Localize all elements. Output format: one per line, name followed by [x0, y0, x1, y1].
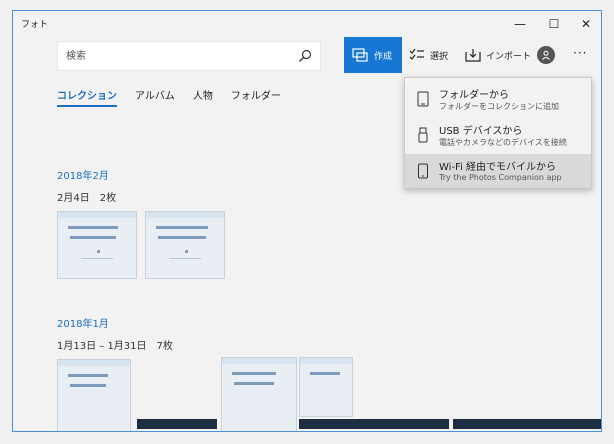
maximize-button[interactable]: ☐	[537, 11, 571, 37]
photo-thumbnail[interactable]	[145, 211, 225, 279]
search-input[interactable]	[58, 42, 288, 70]
group-date-range: 2月4日 2枚	[57, 193, 117, 204]
person-icon	[542, 50, 550, 60]
menu-item-subtitle: 電話やカメラなどのデバイスを接続	[439, 138, 567, 147]
photo-thumbnail[interactable]	[299, 419, 449, 429]
select-label: 選択	[430, 51, 449, 62]
tab-people[interactable]: 人物	[193, 87, 213, 107]
account-button[interactable]	[537, 46, 555, 64]
select-button[interactable]: 選択	[409, 37, 448, 73]
menu-item-subtitle: フォルダーをコレクションに追加	[439, 102, 559, 111]
menu-item-title: フォルダーから	[439, 90, 509, 101]
import-icon	[465, 49, 481, 62]
import-label: インポート	[486, 51, 532, 62]
search-icon[interactable]	[298, 49, 312, 63]
nav-tabs: コレクション アルバム 人物 フォルダー	[57, 87, 281, 107]
photo-thumbnail[interactable]	[57, 359, 131, 431]
title-bar: フォト — ☐ ✕	[13, 11, 601, 37]
tab-collection[interactable]: コレクション	[57, 87, 117, 107]
phone-icon	[418, 163, 428, 179]
create-label: 作成	[374, 51, 393, 62]
group-month-heading[interactable]: 2018年1月	[57, 315, 109, 330]
group-date-range: 1月13日 – 1月31日 7枚	[57, 341, 173, 352]
import-button[interactable]: インポート	[465, 37, 531, 73]
minimize-button[interactable]: —	[503, 11, 537, 37]
create-button[interactable]: 作成	[344, 37, 402, 73]
import-menu: フォルダーから フォルダーをコレクションに追加 USB デバイスから 電話やカメ…	[404, 77, 592, 189]
photo-thumbnail[interactable]	[453, 419, 601, 429]
photo-thumbnail[interactable]	[57, 211, 137, 279]
import-from-usb[interactable]: USB デバイスから 電話やカメラなどのデバイスを接続	[405, 118, 591, 152]
menu-item-subtitle: Try the Photos Companion app	[439, 173, 562, 182]
app-title: フォト	[21, 20, 49, 30]
create-icon	[352, 48, 368, 62]
import-from-folder[interactable]: フォルダーから フォルダーをコレクションに追加	[405, 82, 591, 116]
close-button[interactable]: ✕	[569, 11, 601, 37]
photo-thumbnail[interactable]	[221, 357, 297, 431]
usb-icon	[418, 127, 428, 143]
group-month-heading[interactable]: 2018年2月	[57, 167, 109, 182]
checklist-icon	[409, 48, 424, 60]
import-from-mobile-wifi[interactable]: Wi-Fi 経由でモバイルから Try the Photos Companion…	[405, 154, 591, 188]
photo-thumbnail[interactable]	[299, 357, 353, 417]
photos-window: フォト — ☐ ✕ 作成 選択 インポート	[12, 10, 602, 432]
tab-folder[interactable]: フォルダー	[231, 87, 281, 107]
more-options-button[interactable]: ···	[573, 46, 587, 60]
photo-thumbnail[interactable]	[137, 419, 217, 429]
search-box[interactable]	[57, 41, 321, 71]
menu-item-title: Wi-Fi 経由でモバイルから	[439, 162, 557, 173]
menu-item-title: USB デバイスから	[439, 126, 523, 137]
tab-album[interactable]: アルバム	[135, 87, 175, 107]
folder-tablet-icon	[417, 91, 429, 107]
